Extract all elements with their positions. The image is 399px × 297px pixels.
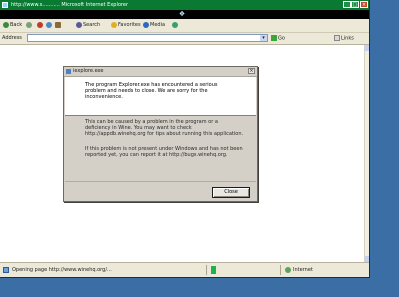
- links-icon: [334, 35, 340, 41]
- stop-icon: [37, 21, 43, 28]
- minimize-button[interactable]: _: [343, 1, 351, 8]
- search-label: Search: [83, 22, 101, 28]
- status-text: Opening page http://www.winehq.org/...: [12, 267, 112, 273]
- back-arrow-icon: [3, 21, 9, 28]
- favorites-button[interactable]: Favorites: [111, 21, 141, 30]
- toolbar: Back Search Favorites Media: [0, 19, 369, 33]
- home-button[interactable]: [55, 21, 62, 30]
- dialog-header-text: The program Explorer.exe has encountered…: [85, 82, 218, 100]
- status-divider: [206, 265, 207, 275]
- close-window-button[interactable]: ×: [360, 1, 368, 8]
- history-button[interactable]: [172, 21, 179, 30]
- media-icon: [143, 21, 149, 28]
- stop-button[interactable]: [37, 21, 44, 30]
- forward-button[interactable]: [26, 21, 33, 30]
- status-bar: Opening page http://www.winehq.org/... I…: [0, 262, 369, 277]
- title-bar[interactable]: http://www.s........... Microsoft Intern…: [0, 0, 369, 10]
- dialog-title: iexplore.exe: [73, 68, 104, 74]
- go-label: Go: [278, 35, 285, 42]
- media-button[interactable]: Media: [143, 21, 165, 30]
- browser-window: http://www.s........... Microsoft Intern…: [0, 0, 370, 278]
- chevron-down-icon[interactable]: ▾: [260, 35, 267, 41]
- dialog-paragraph-1: This can be caused by a problem in the p…: [85, 119, 244, 137]
- vertical-scrollbar[interactable]: [364, 45, 369, 262]
- menu-bar: ❖: [0, 10, 369, 19]
- error-dialog: iexplore.exe × The program Explorer.exe …: [63, 66, 258, 202]
- address-input[interactable]: [27, 34, 268, 42]
- ie-icon: [2, 2, 8, 8]
- search-button[interactable]: Search: [76, 21, 100, 30]
- address-label: Address: [2, 35, 22, 41]
- back-button[interactable]: Back: [3, 21, 22, 30]
- globe-icon: [285, 267, 291, 273]
- star-icon: [111, 21, 117, 28]
- links-button[interactable]: Links: [334, 35, 354, 42]
- go-button[interactable]: Go: [271, 35, 285, 42]
- window-title: http://www.s........... Microsoft Intern…: [11, 2, 128, 8]
- app-icon: [66, 69, 71, 74]
- history-icon: [172, 21, 178, 28]
- page-icon: [3, 267, 9, 273]
- home-icon: [55, 21, 61, 28]
- dialog-paragraph-2: If this problem is not present under Win…: [85, 146, 243, 158]
- back-label: Back: [10, 22, 23, 28]
- search-icon: [76, 21, 82, 28]
- dialog-divider: [65, 181, 256, 182]
- scroll-up-button[interactable]: [365, 45, 369, 51]
- status-divider: [280, 265, 281, 275]
- links-label: Links: [341, 35, 354, 42]
- maximize-button[interactable]: □: [351, 1, 359, 8]
- refresh-button[interactable]: [46, 21, 53, 30]
- refresh-icon: [46, 21, 52, 28]
- dialog-title-bar[interactable]: iexplore.exe ×: [64, 67, 257, 77]
- forward-arrow-icon: [26, 21, 32, 28]
- dialog-close-button[interactable]: Close: [212, 187, 250, 198]
- media-label: Media: [150, 22, 166, 28]
- zone-text: Internet: [293, 267, 313, 273]
- dialog-close-icon[interactable]: ×: [248, 68, 255, 74]
- progress-indicator: [211, 266, 216, 274]
- favorites-label: Favorites: [118, 22, 141, 28]
- go-arrow-icon: [271, 35, 277, 41]
- dialog-header: The program Explorer.exe has encountered…: [65, 77, 256, 116]
- windows-logo-icon: ❖: [178, 10, 186, 18]
- address-bar: Address ▾ Go Links: [0, 33, 369, 45]
